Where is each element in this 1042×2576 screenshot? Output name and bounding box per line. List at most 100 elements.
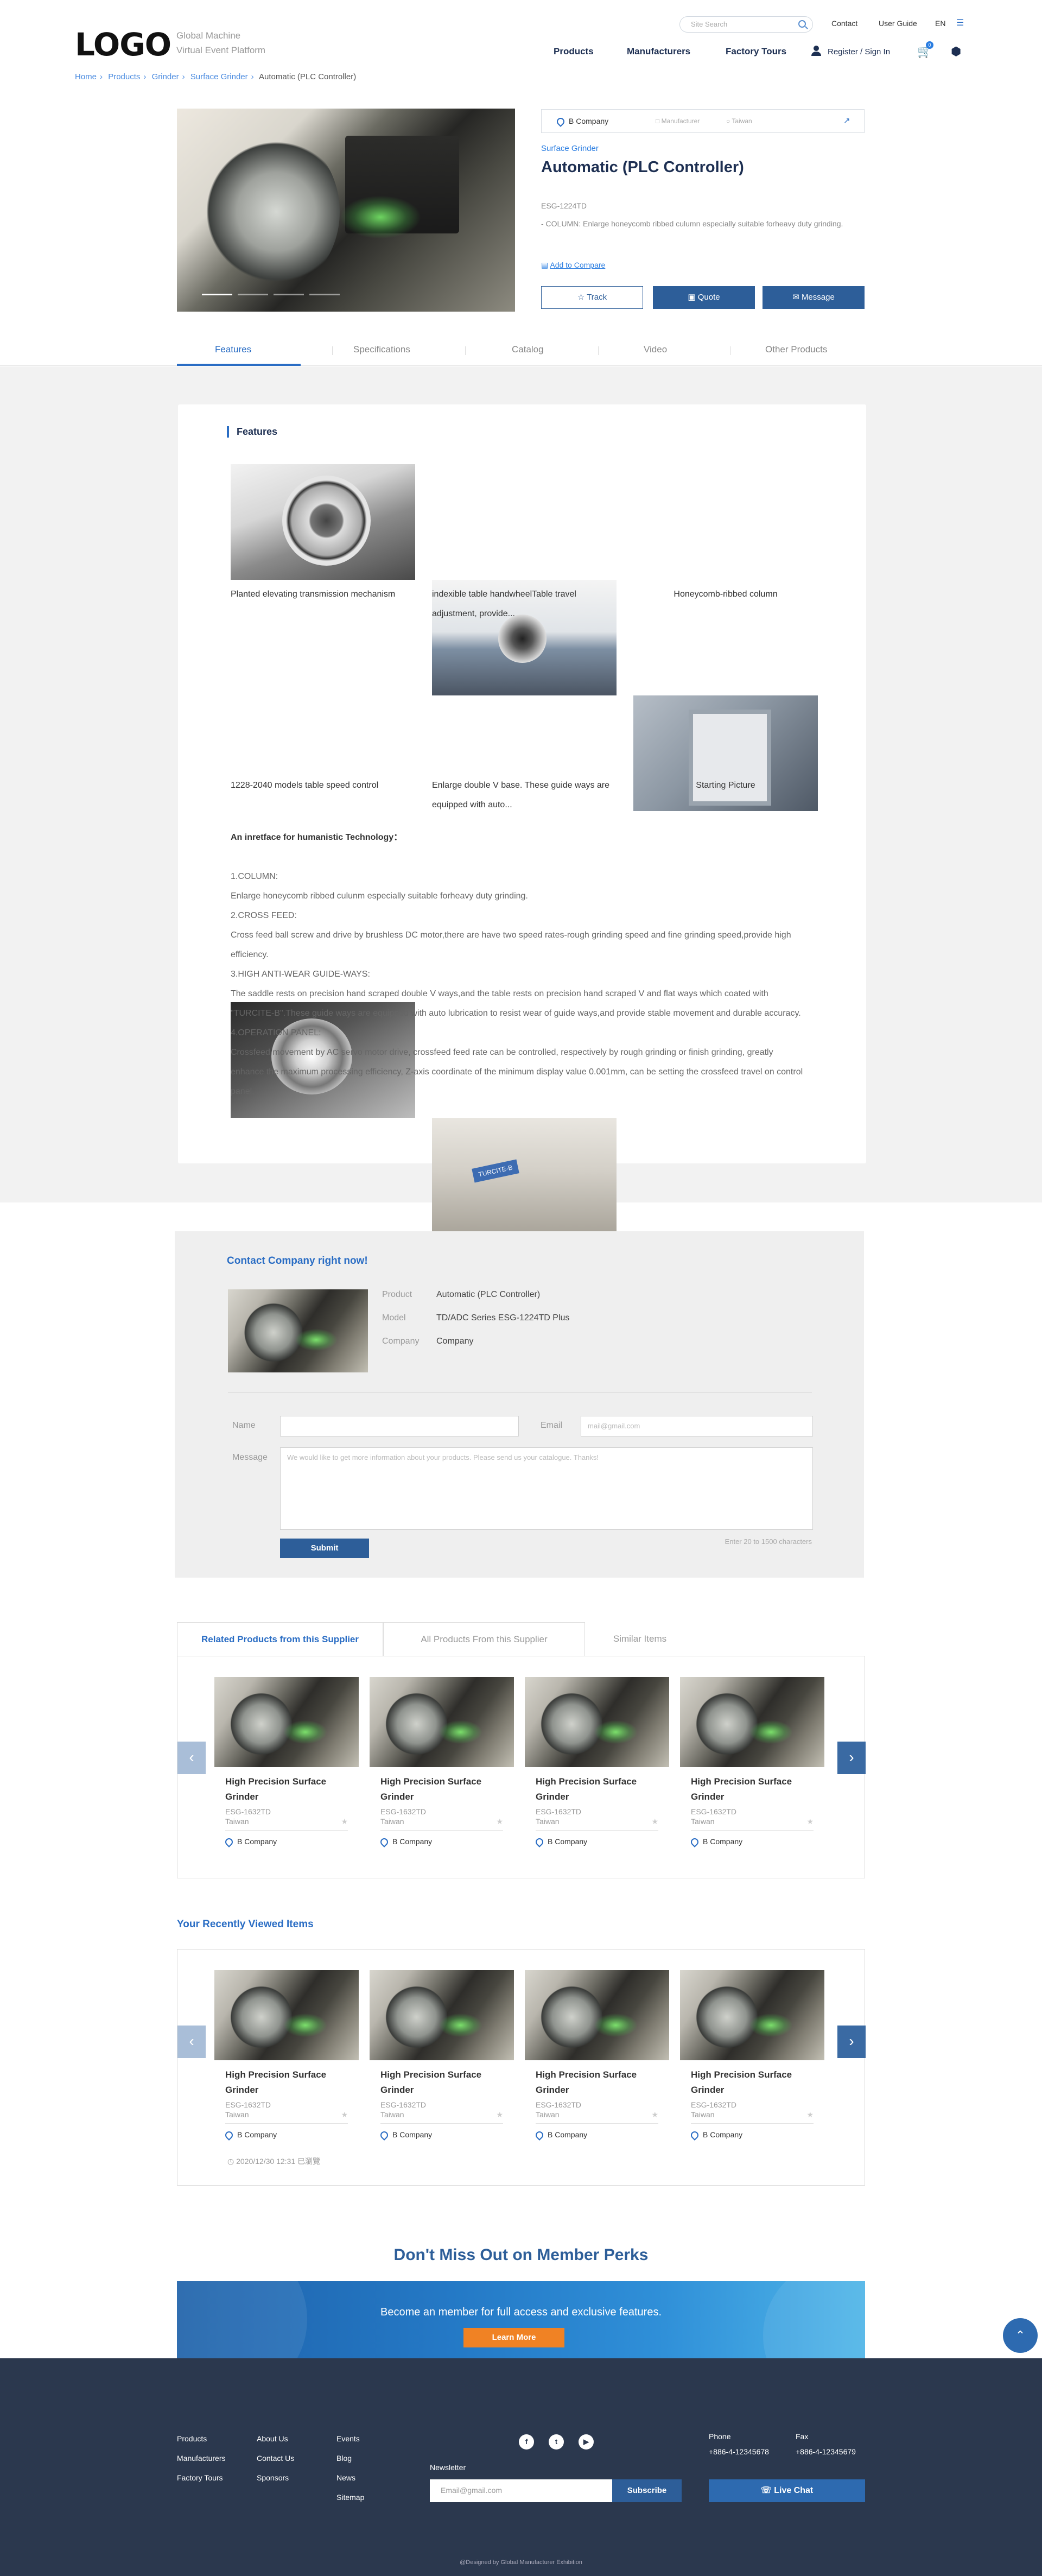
company-bar[interactable]: B Company □ Manufacturer ○ Taiwan ↗ bbox=[541, 109, 865, 133]
product-card[interactable]: High Precision Surface Grinder ESG-1632T… bbox=[370, 1677, 514, 1848]
product-card-image[interactable] bbox=[370, 1970, 514, 2060]
star-icon[interactable]: ★ bbox=[806, 2110, 814, 2119]
breadcrumb-home[interactable]: Home bbox=[75, 72, 97, 81]
product-card[interactable]: High Precision Surface Grinder ESG-1632T… bbox=[525, 1970, 669, 2141]
back-to-top-button[interactable]: ⌃ bbox=[1003, 2318, 1038, 2353]
product-card[interactable]: High Precision Surface Grinder ESG-1632T… bbox=[525, 1677, 669, 1848]
product-card-company[interactable]: B Company bbox=[689, 1837, 824, 1848]
nav-products[interactable]: Products bbox=[554, 46, 594, 57]
product-card-name[interactable]: High Precision Surface Grinder bbox=[536, 2067, 660, 2098]
nav-manufacturers[interactable]: Manufacturers bbox=[627, 46, 690, 57]
feature-image-base[interactable] bbox=[432, 1118, 617, 1233]
tab-all-products[interactable]: All Products From this Supplier bbox=[383, 1622, 585, 1656]
submit-button[interactable]: Submit bbox=[280, 1539, 369, 1558]
register-sign-in-link[interactable]: Register / Sign In bbox=[828, 47, 890, 56]
add-to-compare-link[interactable]: ▤ Add to Compare bbox=[541, 261, 605, 270]
track-button[interactable]: ☆ Track bbox=[541, 286, 643, 309]
breadcrumb-surface-grinder[interactable]: Surface Grinder bbox=[190, 72, 248, 81]
star-icon[interactable]: ★ bbox=[806, 1817, 814, 1826]
carousel-prev-button[interactable]: ‹ bbox=[177, 2026, 206, 2058]
product-card-name[interactable]: High Precision Surface Grinder bbox=[691, 1774, 816, 1805]
name-field[interactable] bbox=[280, 1416, 519, 1436]
product-card-name[interactable]: High Precision Surface Grinder bbox=[380, 1774, 505, 1805]
product-card-company[interactable]: B Company bbox=[689, 2130, 824, 2141]
footer-link-factory-tours[interactable]: Factory Tours bbox=[177, 2468, 225, 2488]
footer-link-contact-us[interactable]: Contact Us bbox=[257, 2448, 294, 2468]
footer-link-news[interactable]: News bbox=[336, 2468, 364, 2488]
product-card-name[interactable]: High Precision Surface Grinder bbox=[380, 2067, 505, 2098]
product-card-company[interactable]: B Company bbox=[379, 2130, 514, 2141]
search-icon[interactable] bbox=[798, 20, 806, 28]
tab-video[interactable]: Video bbox=[644, 344, 667, 355]
product-image-carousel[interactable] bbox=[177, 109, 515, 312]
footer-link-about-us[interactable]: About Us bbox=[257, 2429, 294, 2448]
tab-catalog[interactable]: Catalog bbox=[512, 344, 544, 355]
logo[interactable]: LOGO bbox=[75, 26, 171, 63]
footer-link-sitemap[interactable]: Sitemap bbox=[336, 2488, 364, 2507]
live-chat-button[interactable]: ☏ Live Chat bbox=[709, 2479, 865, 2502]
carousel-dot[interactable] bbox=[238, 294, 268, 295]
carousel-next-button[interactable]: › bbox=[837, 2026, 866, 2058]
product-card-name[interactable]: High Precision Surface Grinder bbox=[536, 1774, 660, 1805]
product-card-image[interactable] bbox=[370, 1677, 514, 1767]
youtube-icon[interactable]: ▶ bbox=[579, 2434, 594, 2450]
search-input[interactable]: Site Search bbox=[679, 16, 813, 33]
feature-image-transmission[interactable] bbox=[231, 464, 415, 580]
carousel-dot[interactable] bbox=[202, 294, 232, 295]
product-category[interactable]: Surface Grinder bbox=[541, 144, 599, 153]
user-icon[interactable] bbox=[810, 45, 822, 56]
breadcrumb-grinder[interactable]: Grinder bbox=[152, 72, 179, 81]
carousel-next-button[interactable]: › bbox=[837, 1742, 866, 1774]
product-card[interactable]: High Precision Surface Grinder ESG-1632T… bbox=[680, 1970, 824, 2141]
learn-more-button[interactable]: Learn More bbox=[463, 2328, 564, 2347]
star-icon[interactable]: ★ bbox=[651, 2110, 658, 2119]
product-card-name[interactable]: High Precision Surface Grinder bbox=[225, 2067, 350, 2098]
product-card[interactable]: High Precision Surface Grinder ESG-1632T… bbox=[680, 1677, 824, 1848]
product-card[interactable]: High Precision Surface Grinder ESG-1632T… bbox=[214, 1677, 359, 1848]
carousel-prev-button[interactable]: ‹ bbox=[177, 1742, 206, 1774]
contact-link[interactable]: Contact bbox=[831, 19, 857, 28]
product-card-company[interactable]: B Company bbox=[534, 1837, 669, 1848]
carousel-dot[interactable] bbox=[274, 294, 304, 295]
twitter-icon[interactable]: t bbox=[549, 2434, 564, 2450]
product-card[interactable]: High Precision Surface Grinder ESG-1632T… bbox=[214, 1970, 359, 2141]
message-field[interactable]: We would like to get more information ab… bbox=[280, 1447, 813, 1530]
carousel-dot[interactable] bbox=[309, 294, 340, 295]
tab-features[interactable]: Features bbox=[215, 344, 251, 355]
product-card-image[interactable] bbox=[214, 1677, 359, 1767]
footer-link-events[interactable]: Events bbox=[336, 2429, 364, 2448]
product-card-image[interactable] bbox=[680, 1677, 824, 1767]
tab-related-products[interactable]: Related Products from this Supplier bbox=[177, 1622, 383, 1656]
product-card-company[interactable]: B Company bbox=[379, 1837, 514, 1848]
facebook-icon[interactable]: f bbox=[519, 2434, 534, 2450]
quote-button[interactable]: ▣ Quote bbox=[653, 286, 755, 309]
product-card-image[interactable] bbox=[214, 1970, 359, 2060]
cube-icon[interactable]: ⬢ bbox=[951, 45, 961, 59]
product-card-company[interactable]: B Company bbox=[224, 2130, 359, 2141]
external-link-icon[interactable]: ↗ bbox=[843, 116, 850, 125]
star-icon[interactable]: ★ bbox=[496, 2110, 503, 2119]
company-name[interactable]: B Company bbox=[555, 116, 608, 128]
product-card-name[interactable]: High Precision Surface Grinder bbox=[691, 2067, 816, 2098]
product-card-image[interactable] bbox=[525, 1970, 669, 2060]
language-selector[interactable]: EN bbox=[935, 19, 945, 28]
newsletter-email-input[interactable]: Email@gmail.com bbox=[430, 2479, 612, 2502]
star-icon[interactable]: ★ bbox=[341, 2110, 348, 2119]
product-card-company[interactable]: B Company bbox=[534, 2130, 669, 2141]
product-card-image[interactable] bbox=[525, 1677, 669, 1767]
star-icon[interactable]: ★ bbox=[341, 1817, 348, 1826]
message-button[interactable]: ✉ Message bbox=[763, 286, 865, 309]
footer-link-manufacturers[interactable]: Manufacturers bbox=[177, 2448, 225, 2468]
tab-similar-items[interactable]: Similar Items bbox=[585, 1622, 695, 1656]
footer-link-products[interactable]: Products bbox=[177, 2429, 225, 2448]
product-card[interactable]: High Precision Surface Grinder ESG-1632T… bbox=[370, 1970, 514, 2141]
product-card-name[interactable]: High Precision Surface Grinder bbox=[225, 1774, 350, 1805]
menu-icon[interactable]: ☰ bbox=[956, 17, 964, 28]
star-icon[interactable]: ★ bbox=[496, 1817, 503, 1826]
breadcrumb-products[interactable]: Products bbox=[108, 72, 140, 81]
footer-link-blog[interactable]: Blog bbox=[336, 2448, 364, 2468]
email-field[interactable]: mail@gmail.com bbox=[581, 1416, 813, 1436]
tab-other-products[interactable]: Other Products bbox=[765, 344, 827, 355]
product-card-image[interactable] bbox=[680, 1970, 824, 2060]
tab-specifications[interactable]: Specifications bbox=[353, 344, 410, 355]
